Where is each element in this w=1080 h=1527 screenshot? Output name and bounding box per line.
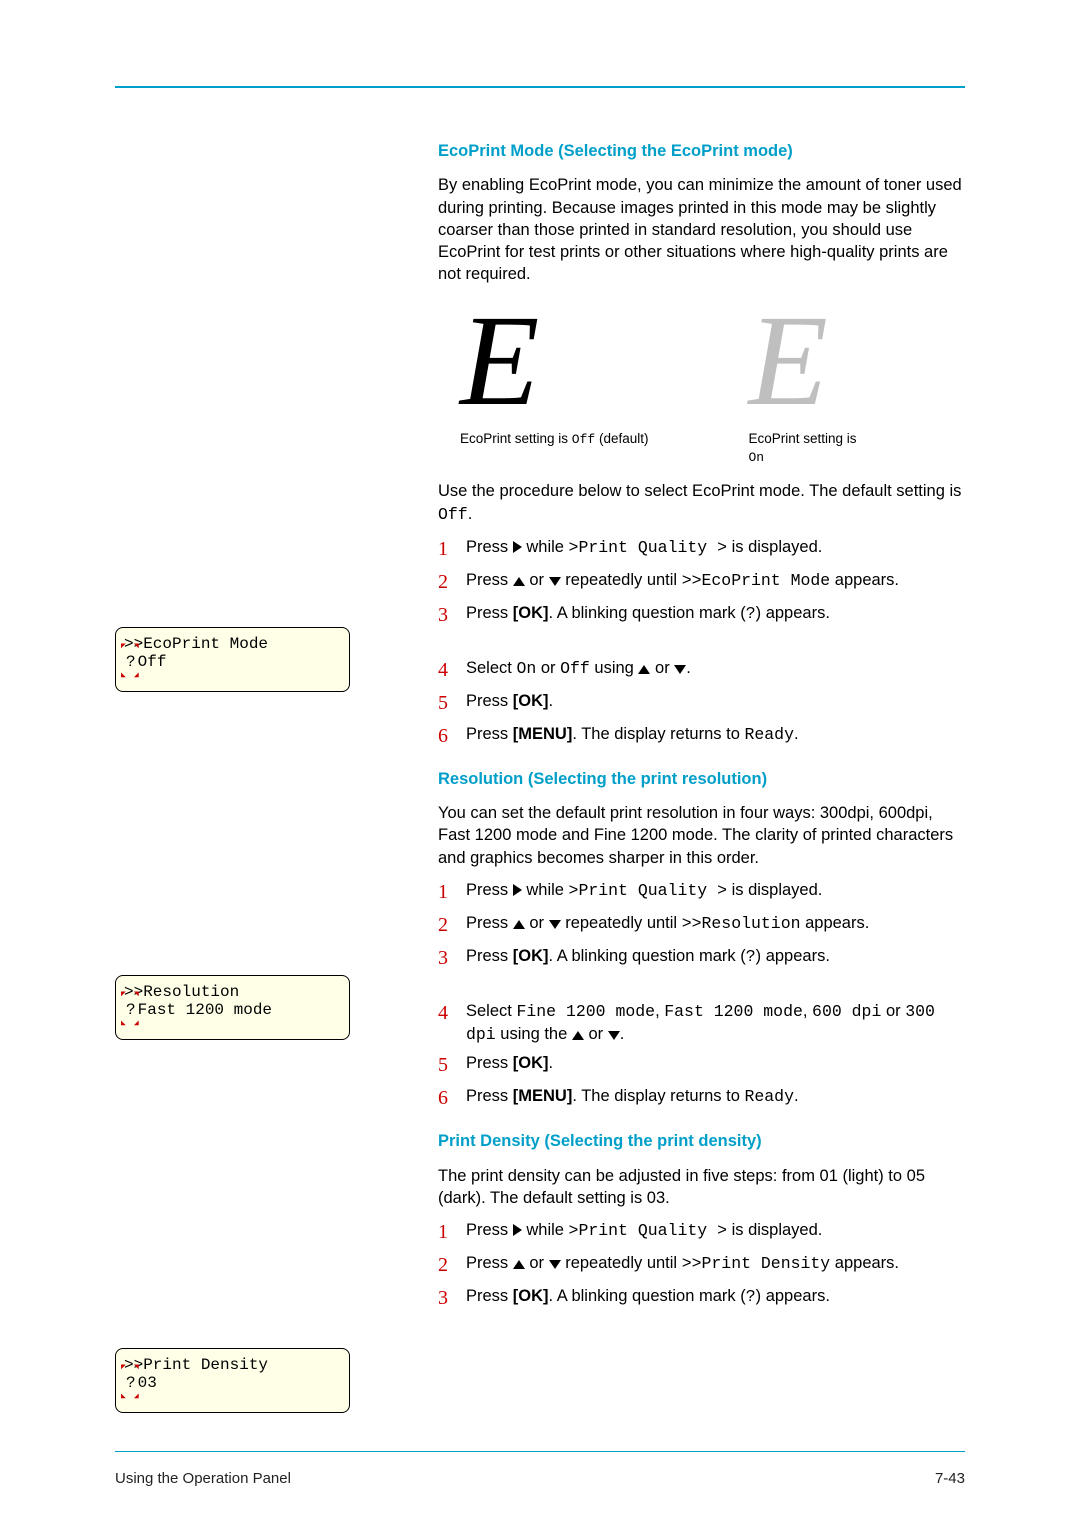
bottom-divider [115,1451,965,1453]
lcd-line2: ? 03 [124,1375,349,1393]
step-text: Press while >Print Quality > is displaye… [466,879,965,906]
step-text: Press [OK]. A blinking question mark (?)… [466,1285,965,1312]
up-arrow-icon [513,577,525,586]
up-arrow-icon [513,920,525,929]
lcd-line1: >>EcoPrint Mode [124,636,349,654]
heading-density: Print Density (Selecting the print densi… [438,1130,965,1152]
step-text: Press [OK]. [466,690,965,717]
step-number: 4 [438,657,466,684]
ecoprint-illustration: E EcoPrint setting is Off (default) E Ec… [460,296,965,467]
lcd-line1: >>Resolution [124,984,349,1002]
right-arrow-icon [513,1224,522,1236]
up-arrow-icon [513,1260,525,1269]
heading-ecoprint: EcoPrint Mode (Selecting the EcoPrint mo… [438,140,965,162]
step-number: 5 [438,690,466,717]
step-number: 6 [438,723,466,750]
step-text: Press [MENU]. The display returns to Rea… [466,1085,965,1112]
page-footer: Using the Operation Panel 7-43 [115,1469,965,1489]
ecoprint-steps-b: 4 Select On or Off using or . 5 Press [O… [438,657,965,750]
step-text: Press while >Print Quality > is displaye… [466,536,965,563]
step-number: 6 [438,1085,466,1112]
caption-off: EcoPrint setting is Off (default) [460,430,648,449]
up-arrow-icon [572,1031,584,1040]
ecoprint-para2: Use the procedure below to select EcoPri… [438,480,965,526]
down-arrow-icon [549,577,561,586]
sample-dark-e: E [460,296,648,426]
step-text: Select On or Off using or . [466,657,965,684]
footer-pagenum: 7-43 [935,1469,965,1489]
density-intro: The print density can be adjusted in fiv… [438,1165,965,1210]
step-number: 2 [438,912,466,939]
step-number: 4 [438,1000,466,1047]
step-number: 1 [438,1219,466,1246]
blink-cursor: ? [124,1002,138,1020]
up-arrow-icon [638,665,650,674]
step-number: 2 [438,569,466,596]
step-number: 3 [438,602,466,629]
down-arrow-icon [608,1031,620,1040]
step-text: Select Fine 1200 mode, Fast 1200 mode, 6… [466,1000,965,1047]
right-arrow-icon [513,884,522,896]
resolution-steps-a: 1 Press while >Print Quality > is displa… [438,879,965,972]
step-number: 3 [438,1285,466,1312]
step-number: 5 [438,1052,466,1079]
lcd-ecoprint: >>EcoPrint Mode ? Off [115,627,350,692]
page-content: EcoPrint Mode (Selecting the EcoPrint mo… [115,140,965,1320]
heading-resolution: Resolution (Selecting the print resoluti… [438,768,965,790]
step-number: 3 [438,945,466,972]
step-number: 2 [438,1252,466,1279]
down-arrow-icon [549,1260,561,1269]
sample-light-e: E [748,296,856,426]
footer-title: Using the Operation Panel [115,1469,291,1489]
down-arrow-icon [674,665,686,674]
ecoprint-steps-a: 1 Press while >Print Quality > is displa… [438,536,965,629]
ecoprint-intro: By enabling EcoPrint mode, you can minim… [438,174,965,285]
step-text: Press while >Print Quality > is displaye… [466,1219,965,1246]
lcd-resolution: >>Resolution ? Fast 1200 mode [115,975,350,1040]
resolution-steps-b: 4 Select Fine 1200 mode, Fast 1200 mode,… [438,1000,965,1113]
caption-on: EcoPrint setting is On [748,430,856,467]
step-text: Press [OK]. A blinking question mark (?)… [466,602,965,629]
top-divider [115,86,965,88]
lcd-density: >>Print Density ? 03 [115,1348,350,1413]
down-arrow-icon [549,920,561,929]
resolution-intro: You can set the default print resolution… [438,802,965,869]
blink-cursor: ? [124,654,138,672]
step-text: Press [MENU]. The display returns to Rea… [466,723,965,750]
density-steps-a: 1 Press while >Print Quality > is displa… [438,1219,965,1312]
step-text: Press or repeatedly until >>EcoPrint Mod… [466,569,965,596]
step-text: Press or repeatedly until >>Print Densit… [466,1252,965,1279]
step-text: Press or repeatedly until >>Resolution a… [466,912,965,939]
step-text: Press [OK]. A blinking question mark (?)… [466,945,965,972]
right-arrow-icon [513,541,522,553]
lcd-line1: >>Print Density [124,1357,349,1375]
step-number: 1 [438,879,466,906]
step-number: 1 [438,536,466,563]
lcd-line2: ? Fast 1200 mode [124,1002,349,1020]
step-text: Press [OK]. [466,1052,965,1079]
blink-cursor: ? [124,1375,138,1393]
lcd-line2: ? Off [124,654,349,672]
